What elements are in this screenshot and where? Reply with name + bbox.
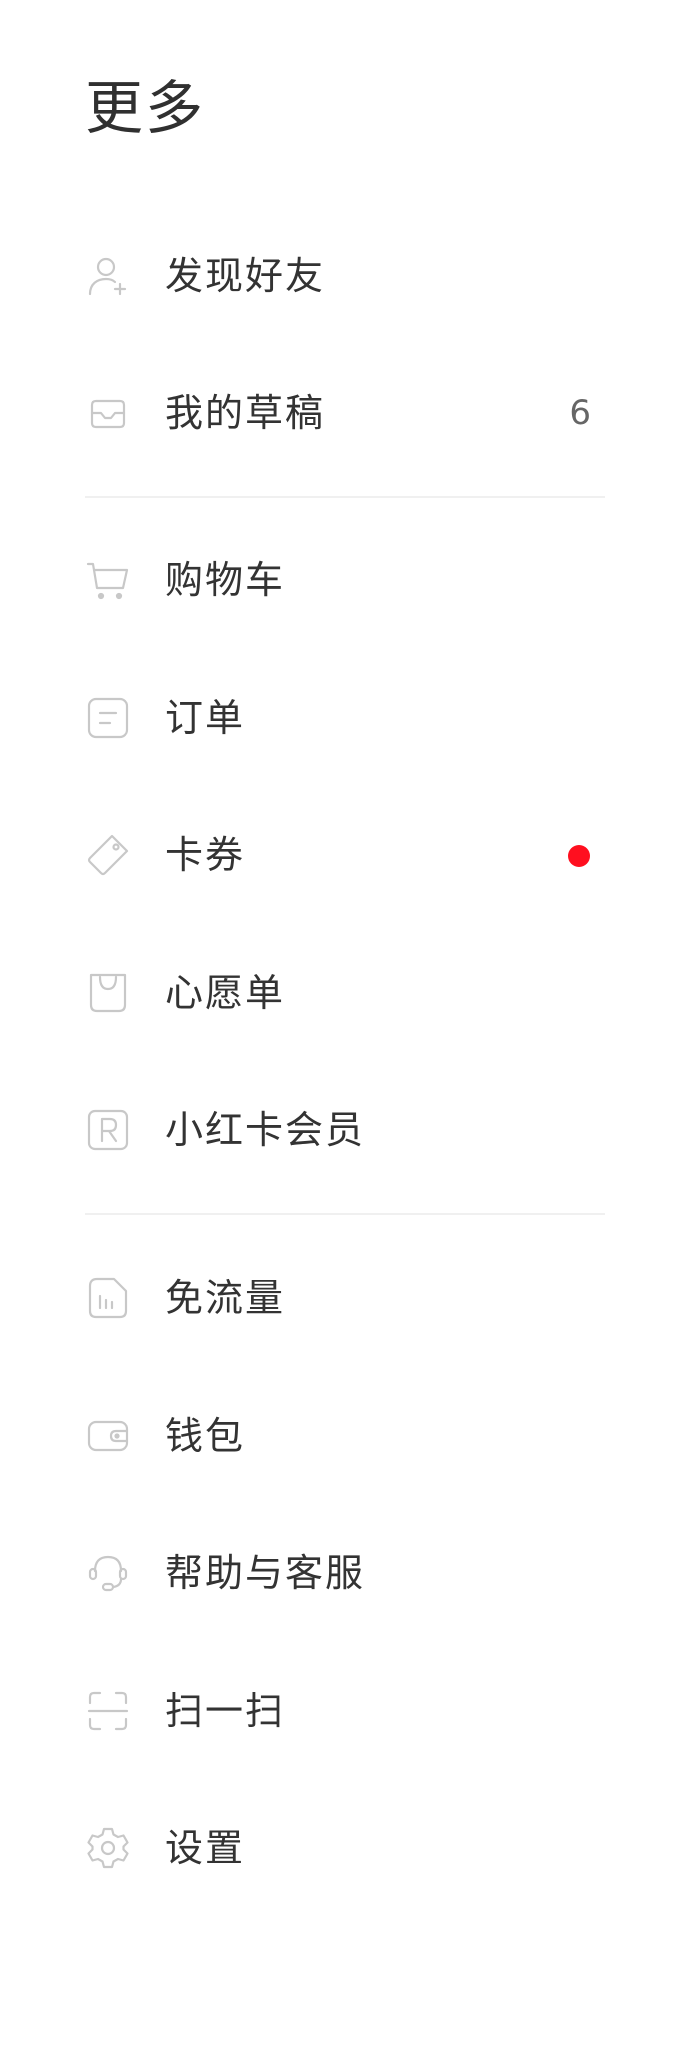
menu-item-label: 帮助与客服 bbox=[165, 1551, 366, 1595]
menu-item-label: 发现好友 bbox=[165, 254, 326, 298]
menu-item-wishlist[interactable]: 心愿单 bbox=[0, 943, 682, 1043]
order-list-icon bbox=[86, 696, 130, 740]
menu-item-orders[interactable]: 订单 bbox=[0, 668, 682, 768]
menu-item-label: 购物车 bbox=[165, 558, 286, 602]
menu-item-membership[interactable]: 小红卡会员 bbox=[0, 1080, 682, 1180]
menu-item-help-service[interactable]: 帮助与客服 bbox=[0, 1523, 682, 1623]
free-data-sim-icon bbox=[86, 1276, 130, 1320]
menu-item-find-friends[interactable]: 发现好友 bbox=[0, 226, 682, 326]
coupon-tag-icon bbox=[86, 833, 130, 877]
notification-dot bbox=[568, 845, 590, 867]
menu-item-label: 心愿单 bbox=[165, 971, 286, 1015]
menu-item-label: 小红卡会员 bbox=[165, 1108, 366, 1152]
menu-item-settings[interactable]: 设置 bbox=[0, 1798, 682, 1898]
menu-item-label: 设置 bbox=[165, 1826, 246, 1870]
section-divider bbox=[85, 496, 605, 498]
section-divider bbox=[85, 1213, 605, 1215]
menu-item-label: 订单 bbox=[165, 696, 246, 740]
menu-item-label: 钱包 bbox=[165, 1414, 246, 1458]
menu-item-coupons[interactable]: 卡券 bbox=[0, 805, 682, 905]
wishlist-bag-icon bbox=[86, 971, 130, 1015]
shopping-cart-icon bbox=[86, 558, 130, 602]
menu-item-label: 我的草稿 bbox=[165, 391, 326, 435]
menu-item-label: 扫一扫 bbox=[165, 1689, 286, 1733]
page-title: 更多 bbox=[85, 74, 206, 142]
drafts-inbox-icon bbox=[86, 391, 130, 435]
membership-card-icon bbox=[86, 1108, 130, 1152]
add-friend-icon bbox=[86, 254, 130, 298]
menu-item-drafts[interactable]: 我的草稿 6 bbox=[0, 363, 682, 463]
menu-item-label: 卡券 bbox=[165, 833, 246, 877]
customer-service-headset-icon bbox=[86, 1551, 130, 1595]
scan-icon bbox=[86, 1689, 130, 1733]
menu-item-shopping-cart[interactable]: 购物车 bbox=[0, 530, 682, 630]
menu-item-label: 免流量 bbox=[165, 1276, 286, 1320]
menu-item-scan[interactable]: 扫一扫 bbox=[0, 1661, 682, 1761]
menu-item-free-data[interactable]: 免流量 bbox=[0, 1248, 682, 1348]
menu-item-wallet[interactable]: 钱包 bbox=[0, 1386, 682, 1486]
settings-gear-icon bbox=[86, 1826, 130, 1870]
drafts-count: 6 bbox=[569, 393, 591, 433]
wallet-icon bbox=[86, 1414, 130, 1458]
